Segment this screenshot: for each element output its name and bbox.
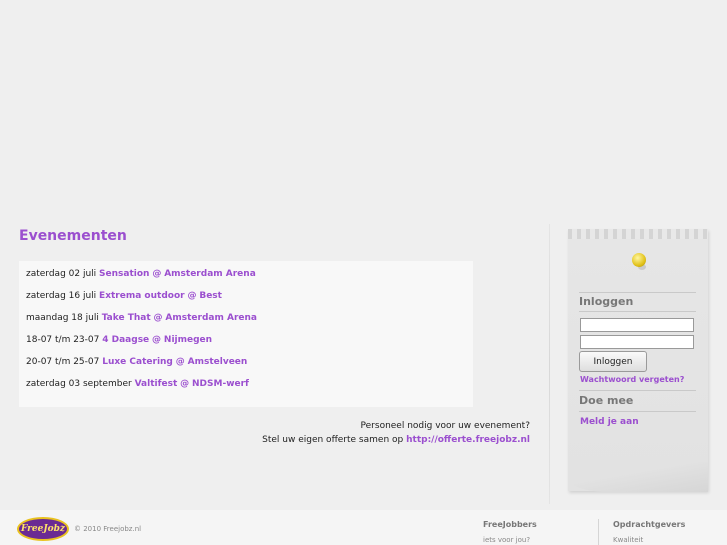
list-item: zaterdag 03 september Valtifest @ NDSM-w… (26, 378, 473, 400)
venue-link[interactable]: Nijmegen (164, 335, 212, 345)
footer-freejobbers-title: FreeJobbers (483, 520, 537, 529)
list-item: 20-07 t/m 25-07 Luxe Catering @ Amstelve… (26, 356, 473, 378)
copyright-text: © 2010 Freejobz.nl (74, 525, 142, 533)
event-date: 18-07 t/m 23-07 (26, 335, 100, 345)
list-item: zaterdag 02 juli Sensation @ Amsterdam A… (26, 268, 473, 290)
page-title: Evenementen (19, 228, 127, 244)
event-link[interactable]: Take That (102, 313, 151, 323)
notepad-torn-edge (568, 229, 708, 239)
list-item: 18-07 t/m 23-07 4 Daagse @ Nijmegen (26, 334, 473, 356)
banner-area (0, 0, 727, 222)
personnel-question: Personeel nodig voor uw evenement? (360, 421, 530, 431)
event-date: zaterdag 16 juli (26, 291, 97, 301)
event-link[interactable]: Valtifest (135, 379, 178, 389)
event-date: zaterdag 03 september (26, 379, 132, 389)
login-button[interactable]: Inloggen (579, 351, 647, 372)
venue-link[interactable]: Amsterdam Arena (164, 269, 256, 279)
venue-link[interactable]: NDSM-werf (192, 379, 249, 389)
event-link[interactable]: Luxe Catering (102, 357, 173, 367)
event-link[interactable]: 4 Daagse (102, 335, 149, 345)
column-divider (549, 224, 550, 504)
events-list: zaterdag 02 juli Sensation @ Amsterdam A… (19, 261, 473, 407)
at-symbol: @ (152, 269, 162, 279)
footer-divider (598, 519, 599, 545)
pushpin-icon (632, 253, 646, 267)
offerte-link[interactable]: http://offerte.freejobz.nl (406, 435, 530, 445)
at-symbol: @ (175, 357, 185, 367)
at-symbol: @ (152, 335, 162, 345)
section-divider (579, 311, 696, 312)
event-link[interactable]: Extrema outdoor (99, 291, 185, 301)
register-link[interactable]: Meld je aan (580, 417, 639, 427)
footer-opdrachtgevers-link[interactable]: Kwaliteit (613, 536, 643, 544)
username-field[interactable] (580, 318, 694, 332)
login-title: Inloggen (579, 295, 634, 308)
list-item: zaterdag 16 juli Extrema outdoor @ Best (26, 290, 473, 312)
offerte-line: Stel uw eigen offerte samen op http://of… (262, 433, 530, 447)
join-title: Doe mee (579, 394, 634, 407)
at-symbol: @ (187, 291, 197, 301)
venue-link[interactable]: Amstelveen (188, 357, 248, 367)
venue-link[interactable]: Best (199, 291, 222, 301)
event-link[interactable]: Sensation (99, 269, 149, 279)
at-symbol: @ (180, 379, 190, 389)
notepad-curl (568, 462, 708, 492)
list-item: maandag 18 juli Take That @ Amsterdam Ar… (26, 312, 473, 334)
personnel-info: Personeel nodig voor uw evenement? Stel … (262, 419, 530, 447)
event-date: 20-07 t/m 25-07 (26, 357, 100, 367)
freejobz-logo[interactable]: FreeJobz (17, 517, 69, 541)
section-divider (579, 390, 696, 391)
footer-freejobbers-link[interactable]: iets voor jou? (483, 536, 530, 544)
password-field[interactable] (580, 335, 694, 349)
offerte-text: Stel uw eigen offerte samen op (262, 435, 404, 445)
section-divider (579, 292, 696, 293)
at-symbol: @ (153, 313, 163, 323)
venue-link[interactable]: Amsterdam Arena (165, 313, 257, 323)
section-divider (579, 411, 696, 412)
event-date: zaterdag 02 juli (26, 269, 97, 279)
event-date: maandag 18 juli (26, 313, 99, 323)
forgot-password-link[interactable]: Wachtwoord vergeten? (580, 375, 684, 384)
footer-opdrachtgevers-title: Opdrachtgevers (613, 520, 686, 529)
